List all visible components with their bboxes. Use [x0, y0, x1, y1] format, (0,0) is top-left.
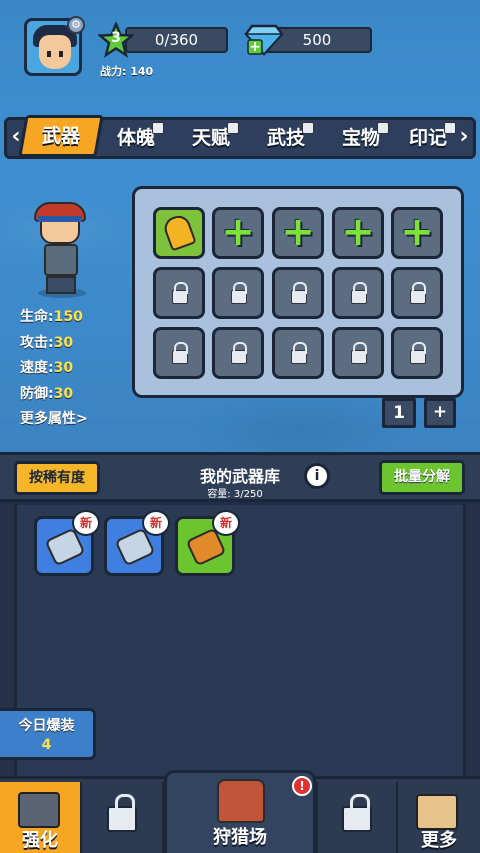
tab-weapon[interactable]: 武器: [18, 115, 104, 157]
game-screen: ⚙ 0/360 3 500 + 战力: 140 ‹ 武器 体魄 天赋 武技 宝物…: [0, 0, 480, 853]
locked-slot[interactable]: [332, 267, 384, 319]
equipment-slots-panel: + + + +: [132, 186, 464, 398]
nav-locked-1[interactable]: [82, 782, 164, 853]
alert-badge: !: [292, 776, 312, 796]
lock-icon: [227, 122, 239, 134]
nav-locked-2[interactable]: [316, 782, 398, 853]
locked-slot[interactable]: [391, 267, 443, 319]
locked-slot[interactable]: [212, 267, 264, 319]
tab-physique[interactable]: 体魄: [104, 122, 168, 152]
more-stats-link[interactable]: 更多属性>: [20, 408, 88, 434]
daily-drops-count: 4: [41, 737, 52, 753]
empty-slot[interactable]: +: [272, 207, 324, 259]
player-level: 3: [111, 30, 121, 46]
stat-hp: 生命:150: [20, 309, 83, 325]
tab-mark[interactable]: 印记: [396, 122, 460, 152]
exp-bar: 0/360: [125, 27, 228, 53]
plus-icon: +: [221, 209, 255, 255]
slot-count: 1: [382, 398, 416, 428]
stat-defense: 防御:30: [20, 385, 74, 402]
tab-talent[interactable]: 天赋: [179, 122, 243, 152]
empty-slot[interactable]: +: [332, 207, 384, 259]
hunting-ground-icon: [217, 779, 265, 823]
daily-drops-panel[interactable]: 今日爆装 4: [0, 708, 96, 760]
inventory-capacity: 容量: 3/250: [207, 489, 263, 500]
fan-weapon-icon: [161, 212, 197, 252]
stat-speed: 速度:30: [20, 360, 74, 376]
batch-decompose-button[interactable]: 批量分解: [379, 460, 465, 495]
sort-by-rarity-button[interactable]: 按稀有度: [14, 461, 100, 495]
gem-count: 500: [302, 31, 332, 49]
inventory-header: 按稀有度 我的武器库 容量: 3/250 i 批量分解: [0, 452, 480, 502]
svg-text:+: +: [249, 39, 261, 55]
locked-slot[interactable]: [153, 267, 205, 319]
stat-attack: 攻击:30: [20, 334, 74, 351]
new-badge: 新: [142, 510, 170, 536]
new-badge: 新: [72, 510, 100, 536]
more-icon: [416, 794, 458, 830]
diamond-icon[interactable]: +: [244, 20, 284, 58]
power-display: 战力: 140: [100, 63, 153, 79]
lock-icon: [377, 122, 389, 134]
daily-drops-label: 今日爆装: [18, 718, 75, 734]
hero-stats: 生命:150 攻击:30 速度:30 防御:30 更多属性>: [20, 306, 88, 434]
locked-slot[interactable]: [272, 267, 324, 319]
hero-character: [34, 202, 86, 296]
plus-icon: +: [281, 209, 315, 255]
tab-treasure[interactable]: 宝物: [329, 122, 393, 152]
empty-slot[interactable]: +: [212, 207, 264, 259]
lock-icon: [302, 122, 314, 134]
locked-slot[interactable]: [272, 327, 324, 379]
lock-icon: [107, 794, 137, 832]
equipped-weapon-slot[interactable]: [153, 207, 205, 259]
power-label: 战力:: [100, 65, 127, 78]
power-value: 140: [130, 65, 154, 78]
tab-martial-skill[interactable]: 武技: [254, 122, 318, 152]
empty-slot[interactable]: +: [391, 207, 443, 259]
exp-text: 0/360: [154, 31, 199, 49]
plus-icon: +: [400, 209, 434, 255]
lock-icon: [152, 122, 164, 134]
gear-icon[interactable]: ⚙: [67, 16, 85, 34]
tabs-right-arrow[interactable]: ›: [454, 123, 474, 151]
inventory-title: 我的武器库: [199, 467, 280, 486]
locked-slot[interactable]: [332, 327, 384, 379]
anvil-icon: [18, 792, 60, 828]
info-icon[interactable]: i: [304, 463, 330, 489]
nav-more[interactable]: 更多: [398, 782, 480, 853]
lock-icon: [342, 794, 372, 832]
category-tabs: ‹ 武器 体魄 天赋 武技 宝物 印记 ›: [4, 113, 476, 161]
locked-slot[interactable]: [153, 327, 205, 379]
new-badge: 新: [212, 510, 240, 536]
nav-forge[interactable]: 强化: [0, 782, 82, 853]
locked-slot[interactable]: [212, 327, 264, 379]
add-slot-button[interactable]: +: [424, 398, 456, 428]
locked-slot[interactable]: [391, 327, 443, 379]
plus-icon: +: [341, 209, 375, 255]
